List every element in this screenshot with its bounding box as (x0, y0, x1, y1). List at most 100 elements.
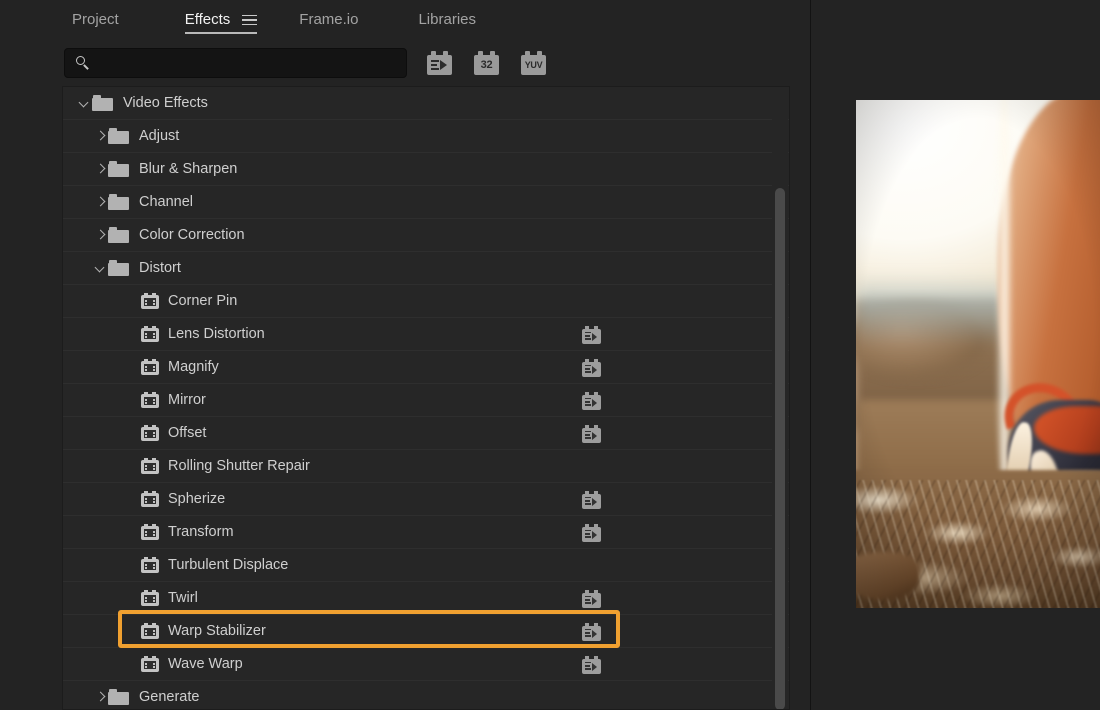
tree-folder-row[interactable]: Adjust (63, 120, 789, 153)
tree-folder-row[interactable]: Blur & Sharpen (63, 153, 789, 186)
tree-row-label: Offset (168, 425, 207, 441)
effect-filmstrip-icon (141, 326, 159, 342)
accelerated-effect-badge-icon (582, 623, 601, 641)
accelerated-effect-badge-icon (582, 326, 601, 344)
tree-row-label: Turbulent Displace (168, 557, 289, 573)
folder-icon (108, 128, 129, 144)
effects-tree-list: Video Effects Adjust Blur & Sharpen Channel… (63, 87, 789, 709)
chevron-right-icon[interactable] (94, 690, 108, 704)
tree-effect-row[interactable]: Spherize (63, 483, 789, 516)
effect-filmstrip-icon (141, 590, 159, 606)
tree-effect-row[interactable]: Offset (63, 417, 789, 450)
tree-effect-row[interactable]: Corner Pin (63, 285, 789, 318)
chevron-right-icon[interactable] (94, 129, 108, 143)
folder-icon (108, 161, 129, 177)
accelerated-effect-badge-icon (582, 491, 601, 509)
tree-effect-row[interactable]: Mirror (63, 384, 789, 417)
program-monitor-panel (810, 0, 1100, 710)
panel-tab-bar: Project Effects Frame.io Libraries (0, 0, 810, 40)
folder-icon (108, 689, 129, 705)
tree-effect-row[interactable]: Rolling Shutter Repair (63, 450, 789, 483)
tree-row-label: Color Correction (139, 227, 245, 243)
tree-effect-row[interactable]: Lens Distortion (63, 318, 789, 351)
effect-filmstrip-icon (141, 392, 159, 408)
scrollbar-thumb[interactable] (775, 188, 785, 709)
effect-filmstrip-icon (141, 491, 159, 507)
effects-tree-panel[interactable]: Video Effects Adjust Blur & Sharpen Channel… (62, 86, 790, 710)
tree-folder-row[interactable]: Distort (63, 252, 789, 285)
tab-libraries-label: Libraries (418, 11, 476, 28)
chevron-down-icon[interactable] (78, 96, 92, 110)
accelerated-effect-badge-icon (582, 359, 601, 377)
tree-row-label: Transform (168, 524, 234, 540)
effect-filmstrip-icon (141, 458, 159, 474)
tree-row-label: Distort (139, 260, 181, 276)
32-bit-icon: 32 (480, 59, 493, 71)
effect-filmstrip-icon (141, 293, 159, 309)
32-bit-color-filter[interactable]: 32 (474, 51, 499, 75)
chevron-right-icon[interactable] (94, 162, 108, 176)
tab-libraries[interactable]: Libraries (418, 0, 476, 30)
effect-filmstrip-icon (141, 557, 159, 573)
tree-effect-row[interactable]: Magnify (63, 351, 789, 384)
effects-tree-scrollbar[interactable] (772, 88, 788, 709)
chevron-right-icon[interactable] (94, 228, 108, 242)
accelerated-effect-badge-icon (582, 425, 601, 443)
tree-folder-row[interactable]: Video Effects (63, 87, 789, 120)
tree-row-label: Generate (139, 689, 200, 705)
tab-frameio[interactable]: Frame.io (299, 0, 358, 30)
chevron-right-icon[interactable] (94, 195, 108, 209)
tree-row-label: Corner Pin (168, 293, 238, 309)
tree-effect-row[interactable]: Warp Stabilizer (63, 615, 789, 648)
tree-row-label: Spherize (168, 491, 226, 507)
accelerated-effect-badge-icon (582, 656, 601, 674)
tree-row-label: Blur & Sharpen (139, 161, 238, 177)
folder-icon (108, 260, 129, 276)
tab-project-label: Project (72, 11, 119, 28)
tree-row-label: Adjust (139, 128, 180, 144)
tree-row-label: Twirl (168, 590, 198, 606)
search-field[interactable] (64, 48, 407, 78)
tree-row-label: Warp Stabilizer (168, 623, 266, 639)
effect-filmstrip-icon (141, 524, 159, 540)
tree-row-label: Wave Warp (168, 656, 243, 672)
tree-folder-row[interactable]: Color Correction (63, 219, 789, 252)
tree-row-label: Magnify (168, 359, 219, 375)
tab-project[interactable]: Project (72, 0, 119, 30)
effect-filmstrip-icon (141, 425, 159, 441)
tab-effects-label: Effects (184, 11, 231, 28)
folder-icon (108, 227, 129, 243)
program-monitor-preview[interactable] (856, 100, 1100, 608)
effect-filmstrip-icon (141, 656, 159, 672)
effect-filmstrip-icon (141, 623, 159, 639)
search-and-filter-row: 32 YUV (0, 48, 810, 80)
tree-effect-row[interactable]: Turbulent Displace (63, 549, 789, 582)
tree-folder-row[interactable]: Generate (63, 681, 789, 709)
accelerated-effects-filter[interactable] (427, 51, 452, 75)
tree-row-label: Lens Distortion (168, 326, 265, 342)
search-icon (76, 55, 91, 71)
tab-active-underline (184, 32, 258, 34)
accelerated-effect-badge-icon (582, 590, 601, 608)
tree-row-label: Channel (139, 194, 194, 210)
panel-menu-icon[interactable] (242, 14, 258, 26)
search-input[interactable] (91, 55, 406, 71)
folder-icon (108, 194, 129, 210)
tree-effect-row[interactable]: Twirl (63, 582, 789, 615)
effects-panel: Project Effects Frame.io Libraries 32 YU… (0, 0, 810, 710)
tree-row-label: Mirror (168, 392, 206, 408)
tree-folder-row[interactable]: Channel (63, 186, 789, 219)
yuv-color-filter[interactable]: YUV (521, 51, 546, 75)
effect-filmstrip-icon (141, 359, 159, 375)
tree-effect-row[interactable]: Transform (63, 516, 789, 549)
accelerated-effect-badge-icon (582, 392, 601, 410)
chevron-down-icon[interactable] (94, 261, 108, 275)
tab-effects[interactable]: Effects (184, 0, 258, 34)
tree-effect-row[interactable]: Wave Warp (63, 648, 789, 681)
folder-icon (92, 95, 113, 111)
tab-frameio-label: Frame.io (299, 11, 359, 28)
yuv-icon: YUV (524, 60, 543, 70)
tree-row-label: Rolling Shutter Repair (168, 458, 310, 474)
accelerated-effects-icon (431, 60, 448, 71)
accelerated-effect-badge-icon (582, 524, 601, 542)
